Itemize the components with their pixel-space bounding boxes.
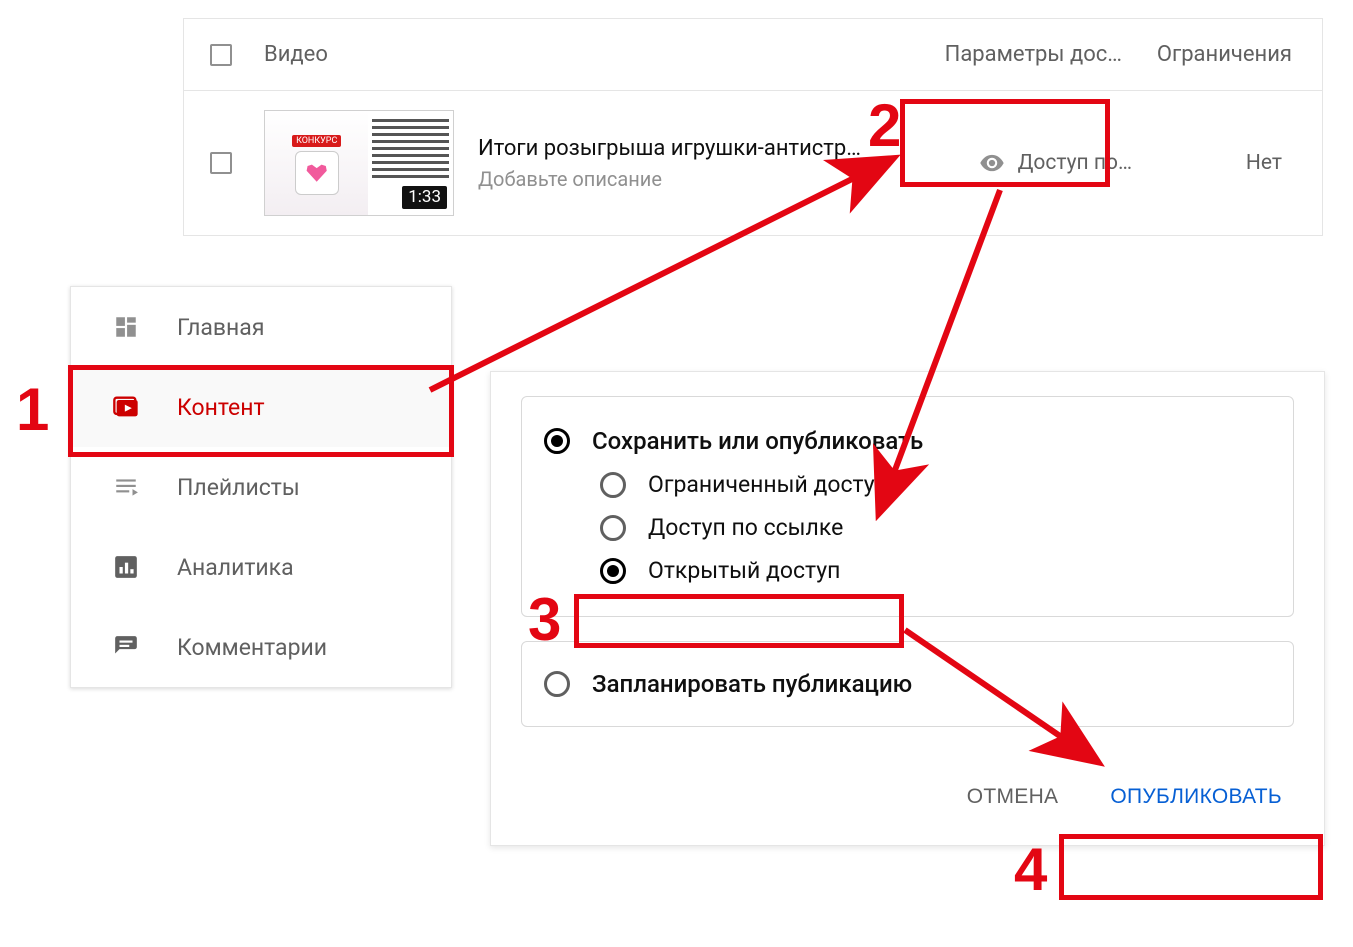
annotation-step-1: 1 [16,380,49,440]
publish-button[interactable]: ОПУБЛИКОВАТЬ [1098,775,1294,819]
column-header-restrictions: Ограничения [1157,42,1292,67]
schedule-card[interactable]: Запланировать публикацию [521,641,1294,727]
publish-actions: ОТМЕНА ОПУБЛИКОВАТЬ [491,755,1324,845]
annotation-step-4: 4 [1014,840,1047,900]
radio-icon[interactable] [544,671,570,697]
visibility-label: Доступ по… [1018,151,1132,175]
annotation-step-2: 2 [868,96,901,156]
publish-visibility-panel: Сохранить или опубликовать Ограниченный … [490,371,1325,846]
sidebar-item-comments[interactable]: Комментарии [71,607,451,687]
radio-icon[interactable] [600,472,626,498]
save-or-publish-card: Сохранить или опубликовать Ограниченный … [521,396,1294,617]
cancel-button[interactable]: ОТМЕНА [955,775,1071,819]
studio-sidebar: Главная Контент Плейлисты Аналитика Комм… [70,286,452,688]
analytics-icon [111,552,141,582]
video-thumbnail[interactable]: КОНКУРС 1:33 [264,110,454,216]
option-save-or-publish[interactable]: Сохранить или опубликовать [544,427,1271,455]
annotation-step-3: 3 [528,590,561,650]
video-duration: 1:33 [402,186,447,209]
restrictions-cell: Нет [1246,151,1282,175]
option-label: Сохранить или опубликовать [592,427,923,455]
video-meta: Итоги розыгрыша игрушки-антистр… Добавьт… [478,136,861,191]
sidebar-item-analytics[interactable]: Аналитика [71,527,451,607]
radio-icon[interactable] [600,515,626,541]
sidebar-item-label: Комментарии [177,634,327,661]
video-row[interactable]: КОНКУРС 1:33 Итоги розыгрыша игрушки-ант… [184,91,1322,235]
option-label: Открытый доступ [648,557,840,584]
sidebar-item-label: Плейлисты [177,474,300,501]
comments-icon [111,632,141,662]
sidebar-item-label: Контент [177,394,265,421]
video-list-panel: Видео Параметры дос… Ограничения КОНКУРС… [183,18,1323,236]
option-label: Доступ по ссылке [648,514,843,541]
radio-selected-icon[interactable] [600,558,626,584]
video-list-header: Видео Параметры дос… Ограничения [184,19,1322,91]
column-header-video: Видео [264,42,328,67]
playlist-icon [111,472,141,502]
select-all-checkbox[interactable] [210,44,232,66]
option-unlisted[interactable]: Доступ по ссылке [600,514,1271,541]
visibility-cell[interactable]: Доступ по… [978,149,1132,177]
radio-selected-icon[interactable] [544,428,570,454]
dashboard-icon [111,312,141,342]
video-title[interactable]: Итоги розыгрыша игрушки-антистр… [478,136,861,161]
thumbnail-badge: КОНКУРС [292,135,341,147]
sidebar-item-label: Аналитика [177,554,294,581]
row-checkbox[interactable] [210,152,232,174]
option-private[interactable]: Ограниченный доступ [600,471,1271,498]
option-schedule[interactable]: Запланировать публикацию [544,670,1271,698]
sidebar-item-home[interactable]: Главная [71,287,451,367]
option-label: Ограниченный доступ [648,471,888,498]
option-label: Запланировать публикацию [592,670,912,698]
sidebar-item-playlists[interactable]: Плейлисты [71,447,451,527]
column-header-visibility: Параметры дос… [945,42,1122,67]
content-icon [111,392,141,422]
option-public[interactable]: Открытый доступ [600,557,1271,584]
sidebar-item-content[interactable]: Контент [71,367,451,447]
eye-icon [978,149,1006,177]
heart-icon [305,162,329,184]
video-subtitle[interactable]: Добавьте описание [478,167,861,191]
sidebar-item-label: Главная [177,314,264,341]
